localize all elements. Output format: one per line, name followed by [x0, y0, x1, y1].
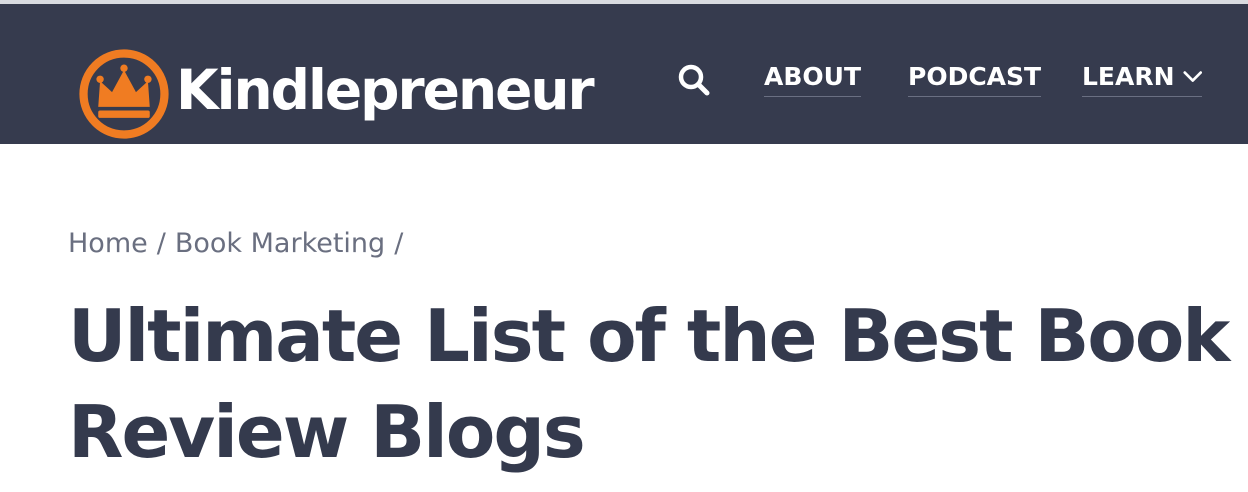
search-button[interactable] [674, 60, 714, 100]
chevron-down-icon [1182, 71, 1202, 82]
nav-about[interactable]: ABOUT [764, 62, 862, 97]
breadcrumb: Home / Book Marketing / [68, 228, 412, 259]
nav-podcast[interactable]: PODCAST [908, 62, 1042, 97]
breadcrumb-home[interactable]: Home [68, 228, 148, 259]
page: Kindlepreneur ABOUT PODCAST LEARN Home / B… [0, 0, 1248, 492]
nav-learn[interactable]: LEARN [1082, 62, 1202, 97]
breadcrumb-separator: / [156, 228, 166, 259]
site-header: Kindlepreneur ABOUT PODCAST LEARN [0, 4, 1248, 144]
search-icon [678, 64, 710, 96]
page-title: Ultimate List of the Best Book Review Bl… [68, 294, 1230, 474]
nav-learn-label: LEARN [1082, 62, 1175, 91]
crown-logo-icon [79, 49, 169, 139]
site-logo-link[interactable]: Kindlepreneur [78, 46, 595, 142]
logo-wordmark: Kindlepreneur [176, 57, 595, 122]
breadcrumb-book-marketing[interactable]: Book Marketing [175, 228, 385, 259]
breadcrumb-separator: / [394, 228, 404, 259]
